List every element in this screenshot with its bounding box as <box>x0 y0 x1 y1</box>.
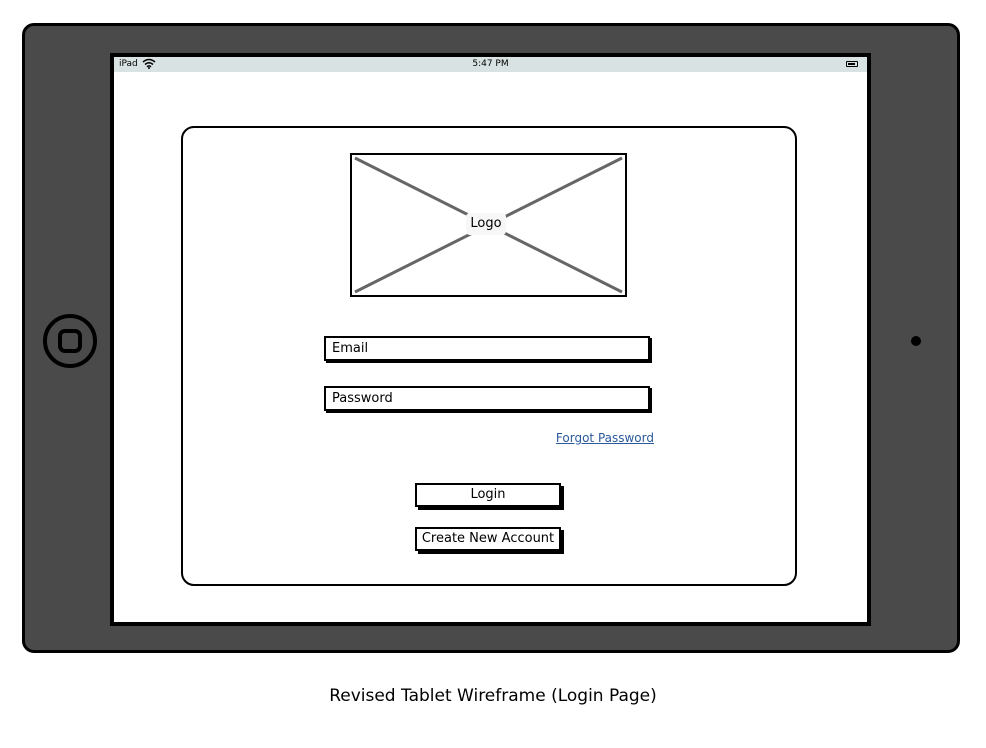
login-button[interactable]: Login <box>415 483 561 507</box>
home-button-icon <box>58 329 82 353</box>
password-field[interactable]: Password <box>324 386 650 411</box>
tablet-screen: iPad 5:47 PM Logo Email Password Forgot … <box>110 53 871 626</box>
battery-icon <box>846 61 858 67</box>
email-field[interactable]: Email <box>324 336 650 361</box>
forgot-password-link[interactable]: Forgot Password <box>534 431 654 445</box>
logo-label: Logo <box>466 213 506 235</box>
status-bar: iPad 5:47 PM <box>114 57 867 72</box>
create-account-button[interactable]: Create New Account <box>415 527 561 551</box>
status-time: 5:47 PM <box>472 59 509 69</box>
camera-dot <box>911 336 921 346</box>
logo-image-placeholder: Logo <box>350 153 627 297</box>
wireframe-caption: Revised Tablet Wireframe (Login Page) <box>329 686 657 706</box>
home-button[interactable] <box>43 314 97 368</box>
